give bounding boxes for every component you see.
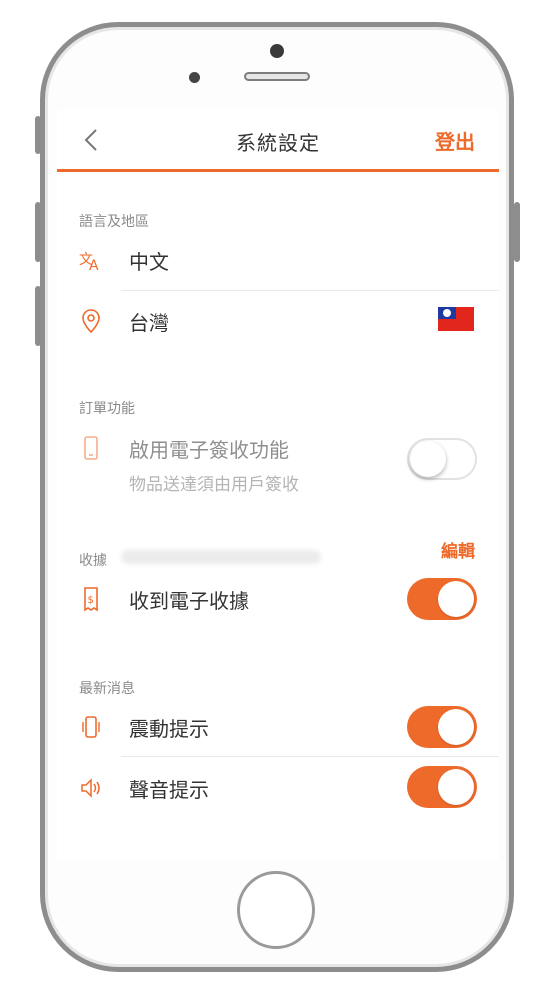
esign-label: 啟用電子簽收功能 <box>129 438 289 462</box>
section-label-language-region: 語言及地區 <box>79 214 149 230</box>
svg-text:$: $ <box>88 595 94 606</box>
mute-switch <box>35 116 41 154</box>
section-label-order-features: 訂單功能 <box>79 401 135 417</box>
flag-canton <box>438 307 456 319</box>
edit-receipt-button[interactable]: 編輯 <box>441 537 475 562</box>
flag-sun <box>443 309 451 317</box>
sound-label: 聲音提示 <box>129 778 209 802</box>
volume-down-button <box>35 286 41 346</box>
toggle-knob <box>410 441 446 477</box>
page-title: 系統設定 <box>236 131 320 155</box>
section-label-receipt: 收據 <box>79 553 107 569</box>
vibrate-label: 震動提示 <box>129 717 209 741</box>
nav-bar: 系統設定 登出 <box>57 110 499 172</box>
row-divider <box>121 290 499 291</box>
logout-button[interactable]: 登出 <box>435 126 475 155</box>
proximity-sensor <box>189 72 200 83</box>
translate-icon: 文 A <box>79 252 99 274</box>
volume-up-button <box>35 202 41 262</box>
power-button <box>514 202 520 262</box>
vibrate-phone-icon <box>82 716 100 738</box>
sound-toggle[interactable] <box>407 766 477 808</box>
section-label-news: 最新消息 <box>79 681 135 697</box>
blurred-email <box>121 550 321 564</box>
row-divider <box>121 756 499 757</box>
home-button[interactable] <box>237 871 315 949</box>
vibrate-toggle[interactable] <box>407 706 477 748</box>
region-value[interactable]: 台灣 <box>129 307 169 336</box>
esign-description: 物品送達須由用戶簽收 <box>129 475 299 495</box>
svg-text:A: A <box>89 258 99 274</box>
language-value[interactable]: 中文 <box>129 246 169 275</box>
ereceipt-toggle[interactable] <box>407 578 477 620</box>
speaker-icon <box>81 778 100 798</box>
toggle-knob <box>438 581 474 617</box>
toggle-knob <box>438 769 474 805</box>
receipt-icon: $ <box>84 587 98 612</box>
earpiece-speaker <box>244 72 310 81</box>
settings-screen: 系統設定 登出 語言及地區 文 A 中文 台灣 訂單功能 啟用電子簽收功能 物品… <box>57 110 499 860</box>
esign-toggle[interactable] <box>407 438 477 480</box>
taiwan-flag-icon <box>438 307 474 331</box>
front-camera <box>270 44 284 58</box>
smartphone-icon <box>84 436 98 460</box>
ereceipt-label: 收到電子收據 <box>129 589 249 613</box>
toggle-knob <box>438 709 474 745</box>
location-pin-icon <box>82 309 100 334</box>
